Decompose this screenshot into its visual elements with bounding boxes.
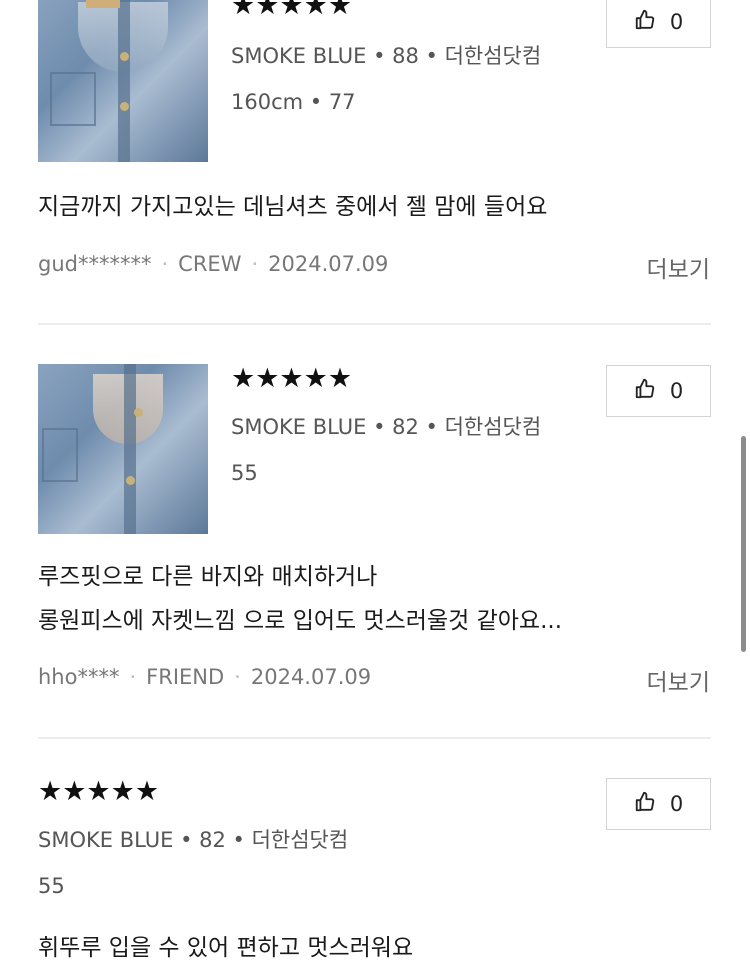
star-rating: ★★★★★ — [38, 776, 160, 807]
review-photo[interactable] — [38, 0, 208, 162]
reviewer-id: hho**** — [38, 665, 120, 689]
review-meta: hho**** · FRIEND · 2024.07.09 — [38, 665, 372, 689]
review-photo[interactable] — [38, 364, 208, 534]
label-tag — [86, 0, 120, 8]
more-link[interactable]: 더보기 — [647, 663, 710, 697]
like-count: 0 — [669, 792, 684, 816]
scrollbar[interactable] — [741, 436, 746, 652]
star-rating: ★★★★★ — [231, 363, 353, 394]
reviewer-tier: FRIEND — [146, 665, 225, 689]
review-text: 지금까지 가지고있는 데님셔츠 중에서 젤 맘에 들어요 — [38, 194, 548, 220]
review-option: SMOKE BLUE • 88 • 더한섬닷컴 — [231, 44, 542, 68]
divider — [38, 323, 711, 325]
thumbs-up-icon — [634, 9, 656, 36]
review-option: SMOKE BLUE • 82 • 더한섬닷컴 — [231, 415, 542, 439]
reviewer-tier: CREW — [178, 252, 242, 276]
review-meta: gud******* · CREW · 2024.07.09 — [38, 252, 389, 276]
review-text-line: 롱원피스에 자켓느낌 으로 입어도 멋스러울것 같아요... — [38, 608, 563, 634]
like-count: 0 — [669, 379, 684, 403]
review-date: 2024.07.09 — [250, 665, 372, 689]
review-text-line: 루즈핏으로 다른 바지와 매치하거나 — [38, 564, 378, 590]
review-date: 2024.07.09 — [268, 252, 389, 276]
review-size: 55 — [38, 874, 65, 898]
review-size: 55 — [231, 461, 258, 485]
thumbs-up-icon — [634, 378, 656, 405]
like-button[interactable]: 0 — [606, 365, 711, 417]
review-option: SMOKE BLUE • 82 • 더한섬닷컴 — [38, 828, 349, 852]
divider — [38, 737, 711, 739]
star-rating: ★★★★★ — [231, 0, 353, 21]
reviewer-id: gud******* — [38, 252, 152, 276]
thumbs-up-icon — [634, 791, 656, 818]
more-link[interactable]: 더보기 — [647, 250, 710, 284]
like-count: 0 — [669, 10, 684, 34]
like-button[interactable]: 0 — [606, 0, 711, 48]
review-text: 휘뚜루 입을 수 있어 편하고 멋스러워요 — [38, 935, 414, 961]
review-size: 160cm • 77 — [231, 90, 356, 114]
like-button[interactable]: 0 — [606, 778, 711, 830]
